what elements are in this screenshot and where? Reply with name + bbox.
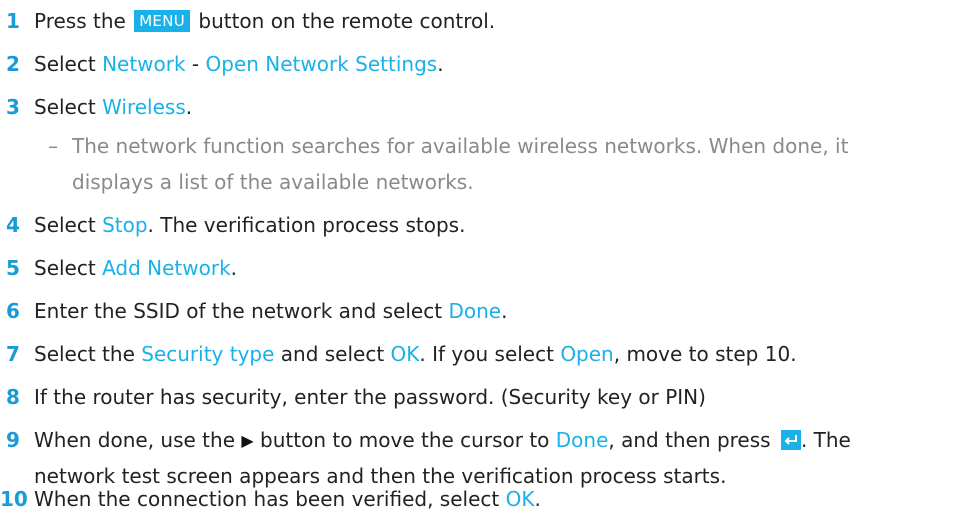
option-stop: Stop	[102, 213, 148, 237]
step-text: Select Network - Open Network Settings.	[34, 49, 444, 79]
option-done: Done	[555, 428, 609, 452]
step-number: 9	[6, 428, 20, 452]
step-text-part: When done, use the	[34, 428, 242, 452]
step-text-part: When the connection has been verified, s…	[34, 487, 506, 511]
step-text-part: .	[230, 256, 238, 280]
step-number: 10	[0, 487, 28, 511]
step-text-part: . If you select	[419, 342, 561, 366]
step-text: When done, use the ▶ button to move the …	[34, 425, 851, 456]
step-number: 7	[6, 342, 20, 366]
step-text-part: Press the	[34, 9, 133, 33]
step-text-part: and select	[274, 342, 391, 366]
step-number: 3	[6, 95, 20, 119]
step-text-part: .	[534, 487, 541, 511]
option-wireless: Wireless	[102, 95, 186, 119]
step-text-part: .	[437, 52, 444, 76]
step-number: 4	[6, 213, 20, 237]
step-text: Enter the SSID of the network and select…	[34, 296, 507, 326]
step-text-part: .	[185, 95, 193, 119]
step-number: 2	[6, 52, 20, 76]
step-text-part: .	[501, 299, 508, 323]
enter-icon	[780, 428, 801, 450]
right-arrow-icon: ▶	[241, 431, 254, 450]
step-text-part: button to move the cursor to	[253, 428, 556, 452]
step-text-part: Select	[34, 213, 103, 237]
step-text: Select Stop. The verification process st…	[34, 210, 465, 240]
step-text-part: , and then press	[608, 428, 777, 452]
option-done: Done	[448, 299, 502, 323]
option-add-network: Add Network	[102, 256, 231, 280]
step-number: 1	[6, 9, 20, 33]
step-text: Select Wireless.	[34, 92, 192, 122]
step-text: Select the Security type and select OK. …	[34, 339, 797, 369]
step-text: Select Add Network.	[34, 253, 237, 283]
step-text-part: Select the	[34, 342, 142, 366]
step-text-part: Select	[34, 52, 103, 76]
step-text-part: Enter the SSID of the network and select	[34, 299, 449, 323]
note-dash: –	[48, 134, 58, 158]
step-text: Press the MENU button on the remote cont…	[34, 6, 495, 36]
menu-button-badge: MENU	[134, 10, 191, 32]
note-text: The network function searches for availa…	[72, 134, 849, 158]
note-text: displays a list of the available network…	[72, 170, 474, 194]
option-open: Open	[560, 342, 614, 366]
step-text-part: button on the remote control.	[192, 9, 496, 33]
menu-path-open-network-settings: Open Network Settings	[205, 52, 438, 76]
option-ok: OK	[390, 342, 420, 366]
option-ok: OK	[505, 487, 535, 511]
step-text-part: Select	[34, 256, 103, 280]
option-security-type: Security type	[141, 342, 275, 366]
step-text-part: Select	[34, 95, 103, 119]
step-number: 8	[6, 385, 20, 409]
step-text-part: .	[790, 342, 797, 366]
step-text: When the connection has been verified, s…	[34, 484, 541, 514]
step-text: If the router has security, enter the pa…	[34, 385, 706, 409]
step-reference: 10	[764, 342, 791, 366]
step-number: 6	[6, 299, 20, 323]
step-text-part: . The	[800, 428, 851, 452]
step-text-part: . The verification process stops.	[147, 213, 466, 237]
instruction-page: 1 Press the MENU button on the remote co…	[0, 0, 973, 514]
step-number: 5	[6, 256, 20, 280]
menu-path-network: Network	[102, 52, 186, 76]
step-text-part: , move to step	[613, 342, 765, 366]
step-text-part: -	[185, 52, 206, 76]
